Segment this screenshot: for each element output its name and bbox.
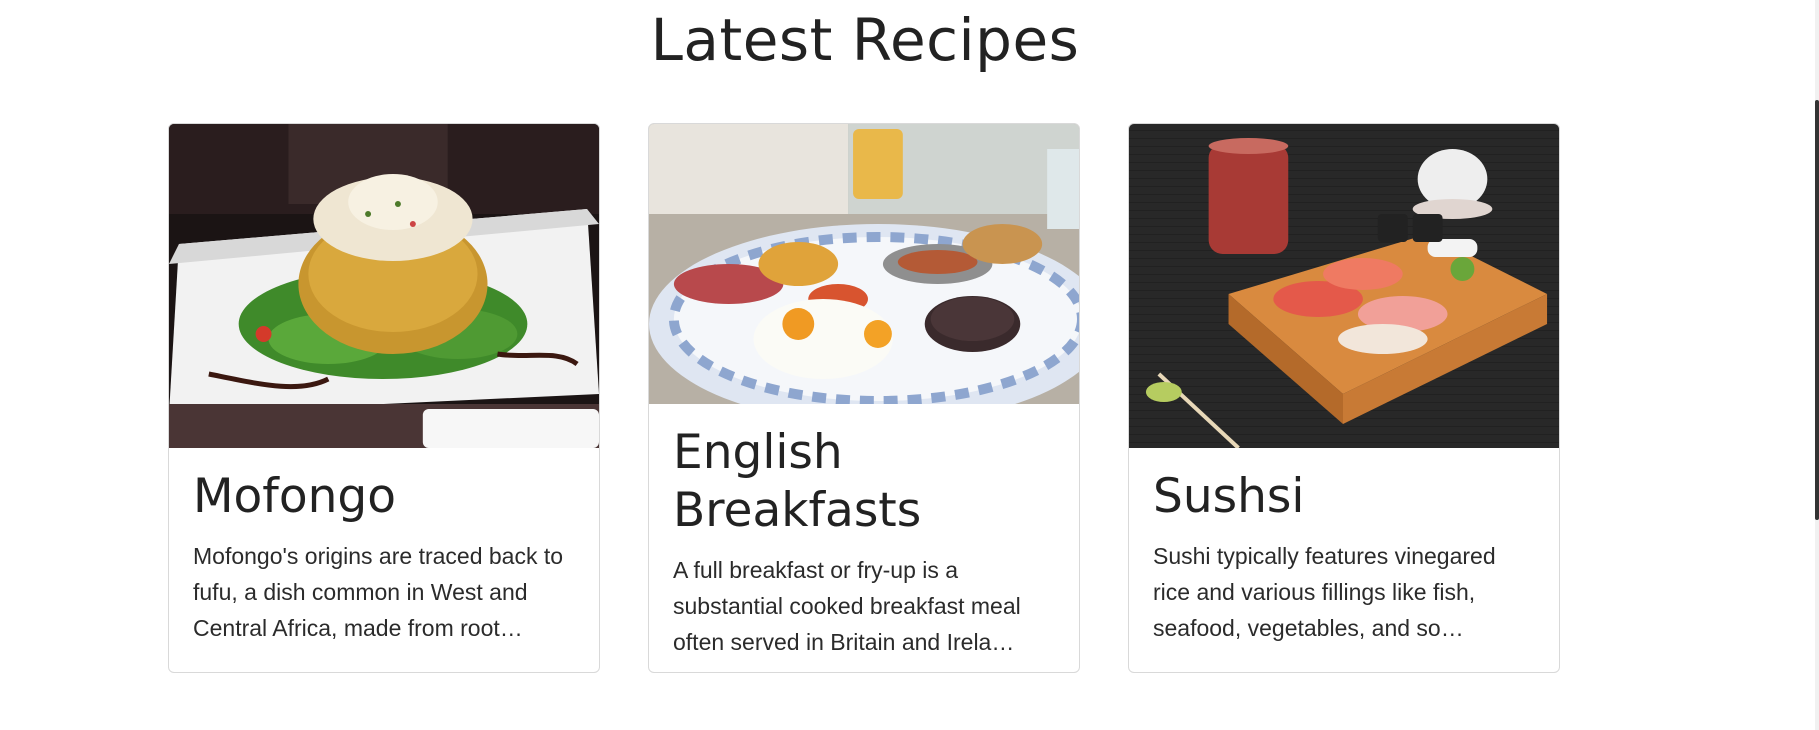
recipe-description: Mofongo's origins are traced back to fuf… — [193, 543, 564, 641]
page: Latest Recipes Mofongo Mofongo's origins… — [0, 0, 1819, 730]
recipe-image-sushsi[interactable] — [1129, 124, 1559, 448]
scrollbar-track[interactable] — [1815, 0, 1819, 730]
recipe-card-sushsi[interactable]: Sushsi Sushi typically features vinegare… — [1128, 123, 1560, 673]
section-title: Latest Recipes — [650, 6, 1080, 74]
english-breakfast-photo — [649, 124, 1079, 404]
recipe-title[interactable]: Sushsi — [1153, 468, 1535, 526]
recipe-title[interactable]: Mofongo — [193, 468, 575, 526]
recipe-title[interactable]: English Breakfasts — [673, 424, 1055, 540]
sushi-photo — [1129, 124, 1559, 448]
recipe-card-english-breakfasts[interactable]: English Breakfasts A full breakfast or f… — [648, 123, 1080, 673]
scrollbar-thumb[interactable] — [1815, 100, 1819, 520]
recipe-image-mofongo[interactable] — [169, 124, 599, 448]
recipe-image-english-breakfasts[interactable] — [649, 124, 1079, 404]
recipe-description: Sushi typically features vinegared rice … — [1153, 543, 1496, 641]
mofongo-photo — [169, 124, 599, 448]
recipe-card-mofongo[interactable]: Mofongo Mofongo's origins are traced bac… — [168, 123, 600, 673]
recipe-description: A full breakfast or fry-up is a substant… — [673, 557, 1021, 655]
